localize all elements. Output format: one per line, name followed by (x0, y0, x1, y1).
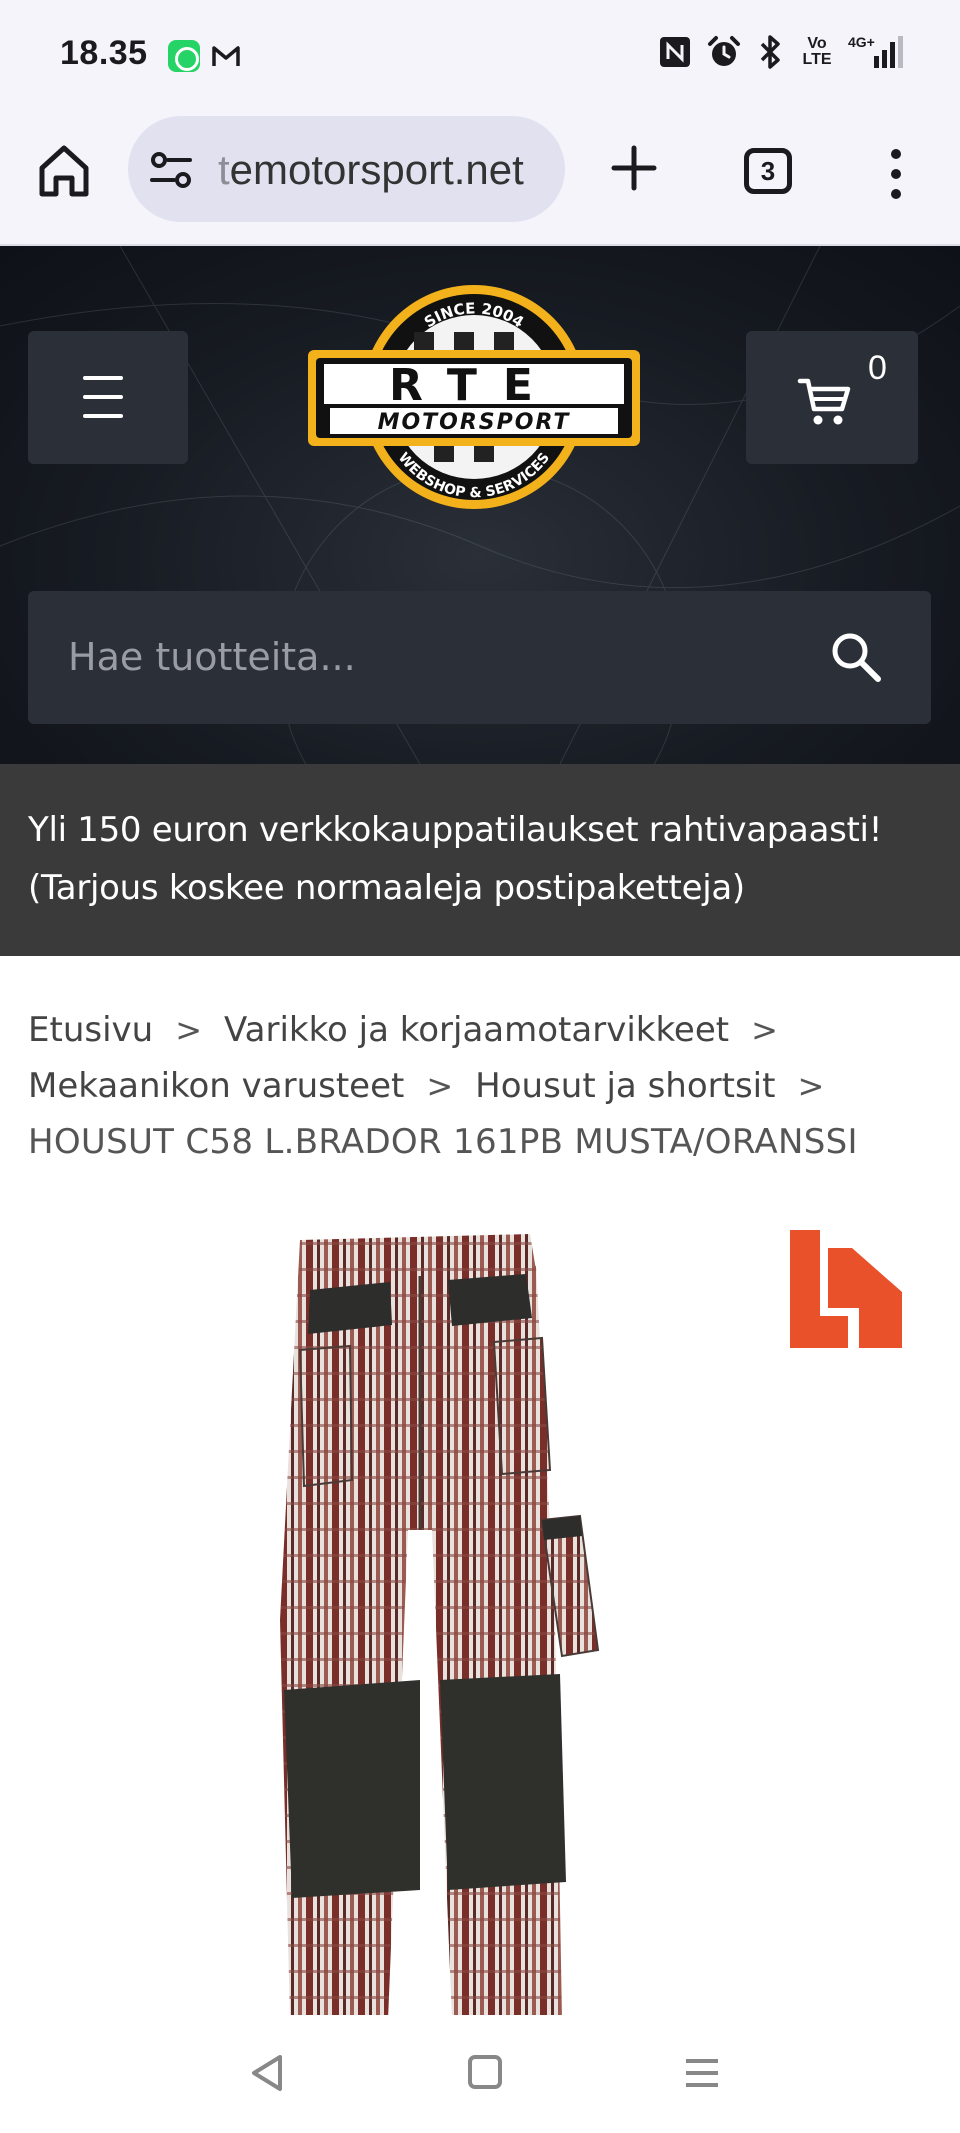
breadcrumb-separator: > (426, 1067, 454, 1105)
promo-banner: Yli 150 euron verkkokauppatilaukset raht… (0, 764, 960, 956)
breadcrumb-link-mekaanikon[interactable]: Mekaanikon varusteet (28, 1066, 404, 1106)
status-right-icons: Vo LTE 4G+ (658, 34, 904, 70)
nfc-icon (660, 37, 690, 67)
hamburger-line (83, 376, 123, 380)
breadcrumb-link-varikko[interactable]: Varikko ja korjaamotarvikkeet (224, 1010, 729, 1050)
browser-toolbar: temotorsport.net 3 (0, 110, 960, 246)
recent-apps-icon[interactable] (684, 2055, 720, 2091)
hamburger-line (83, 395, 123, 399)
menu-button[interactable] (28, 331, 188, 464)
site-settings-icon[interactable] (150, 150, 192, 190)
promo-line-1: Yli 150 euron verkkokauppatilaukset raht… (28, 810, 883, 850)
breadcrumb-separator: > (175, 1011, 203, 1049)
status-time: 18.35 (60, 34, 148, 72)
bluetooth-icon (760, 35, 780, 69)
4g-signal-icon: 4G+ (848, 34, 904, 70)
new-tab-icon[interactable] (606, 138, 662, 198)
home-nav-icon[interactable] (468, 2055, 502, 2089)
product-pants-image (280, 1234, 600, 2015)
home-icon[interactable] (36, 140, 92, 200)
tab-switcher-button[interactable]: 3 (744, 148, 792, 194)
whatsapp-icon (168, 40, 200, 72)
logo-motorsport-text: MOTORSPORT (378, 410, 571, 435)
url-text[interactable]: temotorsport.net (218, 146, 548, 194)
search-icon[interactable] (828, 629, 884, 685)
site-header: SINCE 2004 WEBSHOP & SERVICES RTE MOTORS… (0, 246, 960, 764)
back-icon[interactable] (248, 2053, 288, 2093)
status-left-icons (168, 40, 242, 72)
breadcrumb-current: HOUSUT C58 L.BRADOR 161PB MUSTA/ORANSSI (28, 1122, 858, 1162)
status-bar: 18.35 Vo LTE 4G+ (0, 0, 960, 110)
l-brador-brand-logo (790, 1230, 902, 1348)
breadcrumb-separator: > (797, 1067, 825, 1105)
breadcrumb-link-etusivu[interactable]: Etusivu (28, 1010, 153, 1050)
system-navigation-bar (0, 2015, 960, 2133)
breadcrumb-link-housut[interactable]: Housut ja shortsit (475, 1066, 775, 1106)
alarm-icon (708, 36, 740, 66)
search-input[interactable] (68, 629, 768, 685)
more-menu-icon[interactable] (876, 144, 916, 204)
gmail-icon (212, 46, 240, 66)
hamburger-line (83, 414, 123, 418)
breadcrumb-separator: > (751, 1011, 778, 1049)
cart-icon (797, 378, 851, 425)
volte-icon: Vo LTE (802, 35, 832, 68)
cart-count: 0 (868, 349, 887, 387)
search-box (28, 591, 931, 724)
logo-rte-text: RTE (389, 360, 559, 411)
promo-line-2: (Tarjous koskee normaaleja postipakettej… (28, 868, 745, 908)
product-image-area[interactable] (0, 1200, 960, 2015)
rte-motorsport-logo[interactable]: SINCE 2004 WEBSHOP & SERVICES RTE MOTORS… (304, 272, 644, 522)
address-bar[interactable]: temotorsport.net (128, 116, 565, 222)
cart-button[interactable]: 0 (746, 331, 918, 464)
